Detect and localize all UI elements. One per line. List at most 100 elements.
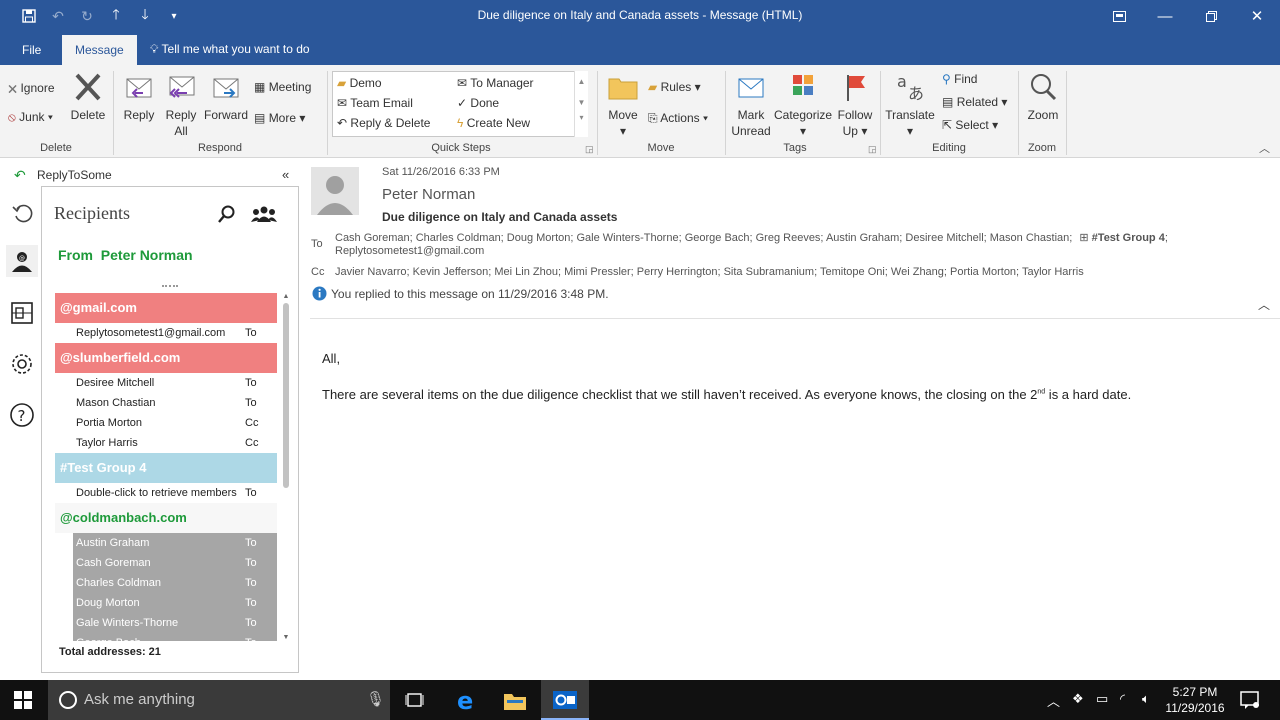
- body-text-before: There are several items on the due dilig…: [322, 387, 1038, 402]
- collapse-pane-icon[interactable]: «: [282, 167, 289, 182]
- dropbox-icon[interactable]: ❖: [1072, 691, 1084, 707]
- battery-icon[interactable]: ▭: [1096, 691, 1108, 707]
- collapse-ribbon-icon[interactable]: ︿: [1259, 140, 1270, 156]
- windows-start-icon[interactable]: [14, 691, 32, 712]
- outlook-taskbar-button[interactable]: [541, 680, 589, 720]
- edge-browser-icon[interactable]: e: [456, 687, 480, 715]
- zoom-button[interactable]: Zoom: [1024, 71, 1062, 123]
- junk-label: Junk: [19, 110, 45, 124]
- domain-group-header[interactable]: @coldmanbach.com: [55, 503, 277, 533]
- scroll-down-icon[interactable]: ▼: [575, 98, 588, 107]
- tab-message[interactable]: Message: [62, 35, 137, 65]
- settings-gear-icon[interactable]: [6, 348, 38, 380]
- categorize-button[interactable]: Categorize ▾: [774, 71, 832, 139]
- svg-text:a: a: [897, 72, 907, 91]
- help-icon[interactable]: ?: [6, 399, 38, 431]
- reply-icon: [126, 78, 152, 98]
- list-item-selected[interactable]: Austin Graham To: [73, 533, 277, 553]
- quick-step-done[interactable]: ✓ Done: [457, 96, 499, 110]
- minimize-icon[interactable]: —: [1142, 0, 1188, 32]
- system-clock[interactable]: 5:27 PM 11/29/2016: [1160, 684, 1230, 716]
- cortana-search-box[interactable]: Ask me anything 🎙︎: [48, 680, 390, 720]
- to-recipients[interactable]: Cash Goreman; Charles Coldman; Doug Mort…: [335, 232, 1195, 258]
- list-item-selected[interactable]: Doug Morton To: [73, 593, 277, 613]
- list-item-selected[interactable]: Gale Winters-Thorne To: [73, 613, 277, 633]
- show-hidden-icons-icon[interactable]: ︿: [1047, 691, 1060, 710]
- cc-label: Cc: [311, 266, 325, 278]
- scroll-down-icon[interactable]: ▼: [281, 634, 291, 641]
- delete-button[interactable]: Delete: [70, 71, 106, 123]
- quick-step-demo[interactable]: ▰ Demo: [337, 76, 382, 90]
- more-respond-button[interactable]: ▤ More ▾: [254, 111, 305, 125]
- tell-me-search[interactable]: 💡︎ Tell me what you want to do: [150, 42, 310, 57]
- task-view-icon[interactable]: [405, 691, 427, 712]
- expand-group-icon[interactable]: ⊞: [1079, 232, 1088, 244]
- ribbon-display-options-icon[interactable]: [1096, 0, 1142, 32]
- recipient-list-scrollbar[interactable]: ▲ ▼: [281, 293, 291, 641]
- file-explorer-icon[interactable]: [503, 689, 527, 714]
- scroll-up-icon[interactable]: ▲: [575, 77, 588, 86]
- undo-nav-icon[interactable]: [6, 196, 38, 228]
- reply-button[interactable]: Reply: [122, 71, 156, 123]
- dialog-launcher-icon[interactable]: ◲: [868, 144, 877, 155]
- restore-icon[interactable]: [1188, 0, 1234, 32]
- scroll-up-icon[interactable]: ▲: [281, 293, 291, 300]
- junk-button[interactable]: ⦸ Junk ▾: [8, 110, 53, 125]
- scroll-thumb[interactable]: [283, 303, 289, 488]
- domain-group-header[interactable]: @slumberfield.com: [55, 343, 277, 373]
- reply-all-button[interactable]: Reply All: [163, 71, 199, 139]
- people-icon[interactable]: [251, 205, 277, 226]
- ignore-button[interactable]: 🗙 Ignore: [8, 79, 55, 100]
- list-item[interactable]: Mason Chastian To: [55, 393, 277, 413]
- list-item[interactable]: Replytosometest1@gmail.com To: [55, 323, 277, 343]
- collapse-header-icon[interactable]: ︿: [1258, 296, 1270, 313]
- actions-button[interactable]: ⎘ Actions ▾: [648, 111, 708, 126]
- rules-button[interactable]: ▰ Rules ▾: [648, 80, 701, 94]
- translate-button[interactable]: aあ Translate ▾: [884, 71, 936, 139]
- list-item-selected[interactable]: Cash Goreman To: [73, 553, 277, 573]
- expand-gallery-icon[interactable]: ▾: [575, 113, 588, 122]
- message-sender[interactable]: Peter Norman: [382, 186, 475, 203]
- groups-nav-icon[interactable]: [6, 297, 38, 329]
- list-item-selected[interactable]: Charles Coldman To: [73, 573, 277, 593]
- list-item[interactable]: Portia Morton Cc: [55, 413, 277, 433]
- recipients-nav-icon[interactable]: @: [6, 245, 41, 277]
- recipients-title: Recipients: [54, 203, 130, 223]
- microphone-icon[interactable]: 🎙︎: [366, 690, 385, 708]
- action-center-icon[interactable]: [1240, 690, 1260, 713]
- quick-step-create-new[interactable]: ϟ Create New: [457, 116, 530, 130]
- more-icon: ▤: [254, 111, 266, 125]
- meeting-button[interactable]: ▦ Meeting: [254, 80, 311, 94]
- quick-steps-scroller[interactable]: ▲ ▼ ▾: [574, 71, 588, 137]
- quick-step-label: To Manager: [470, 76, 534, 90]
- cc-recipients[interactable]: Javier Navarro; Kevin Jefferson; Mei Lin…: [335, 266, 1084, 278]
- list-item[interactable]: Double-click to retrieve members To: [55, 483, 277, 503]
- related-button[interactable]: ▤ Related ▾: [942, 95, 1007, 109]
- list-item[interactable]: Desiree Mitchell To: [55, 373, 277, 393]
- quick-step-reply-delete[interactable]: ↶ Reply & Delete: [337, 116, 430, 130]
- reply-label: Reply: [123, 108, 155, 122]
- find-button[interactable]: ⚲ Find: [942, 72, 977, 86]
- mark-unread-button[interactable]: Mark Unread: [730, 71, 772, 139]
- forward-button[interactable]: Forward: [203, 71, 249, 123]
- list-item[interactable]: Taylor Harris Cc: [55, 433, 277, 453]
- list-item-selected[interactable]: George Bach To: [73, 633, 277, 641]
- dialog-launcher-icon[interactable]: ◲: [585, 144, 594, 155]
- quick-step-to-manager[interactable]: ✉ To Manager: [457, 76, 534, 90]
- recipient-name: Portia Morton: [76, 417, 143, 429]
- body-text-after: is a hard date.: [1045, 387, 1132, 402]
- move-button[interactable]: Move ▾: [604, 71, 642, 139]
- recipient-type: Cc: [245, 417, 259, 429]
- resize-grip[interactable]: [162, 285, 178, 287]
- search-icon[interactable]: [218, 205, 236, 226]
- select-button[interactable]: ⇱ Select ▾: [942, 118, 998, 132]
- wifi-icon[interactable]: ◜: [1120, 691, 1125, 707]
- close-icon[interactable]: ✕: [1234, 0, 1280, 32]
- quick-step-team-email[interactable]: ✉ Team Email: [337, 96, 413, 110]
- to-group-name[interactable]: #Test Group 4: [1092, 232, 1165, 244]
- volume-icon[interactable]: 🔈︎: [1142, 691, 1150, 707]
- follow-up-button[interactable]: Follow Up ▾: [834, 71, 876, 139]
- tab-file[interactable]: File: [9, 35, 54, 65]
- distribution-group-header[interactable]: #Test Group 4: [55, 453, 277, 483]
- domain-group-header[interactable]: @gmail.com: [55, 293, 277, 323]
